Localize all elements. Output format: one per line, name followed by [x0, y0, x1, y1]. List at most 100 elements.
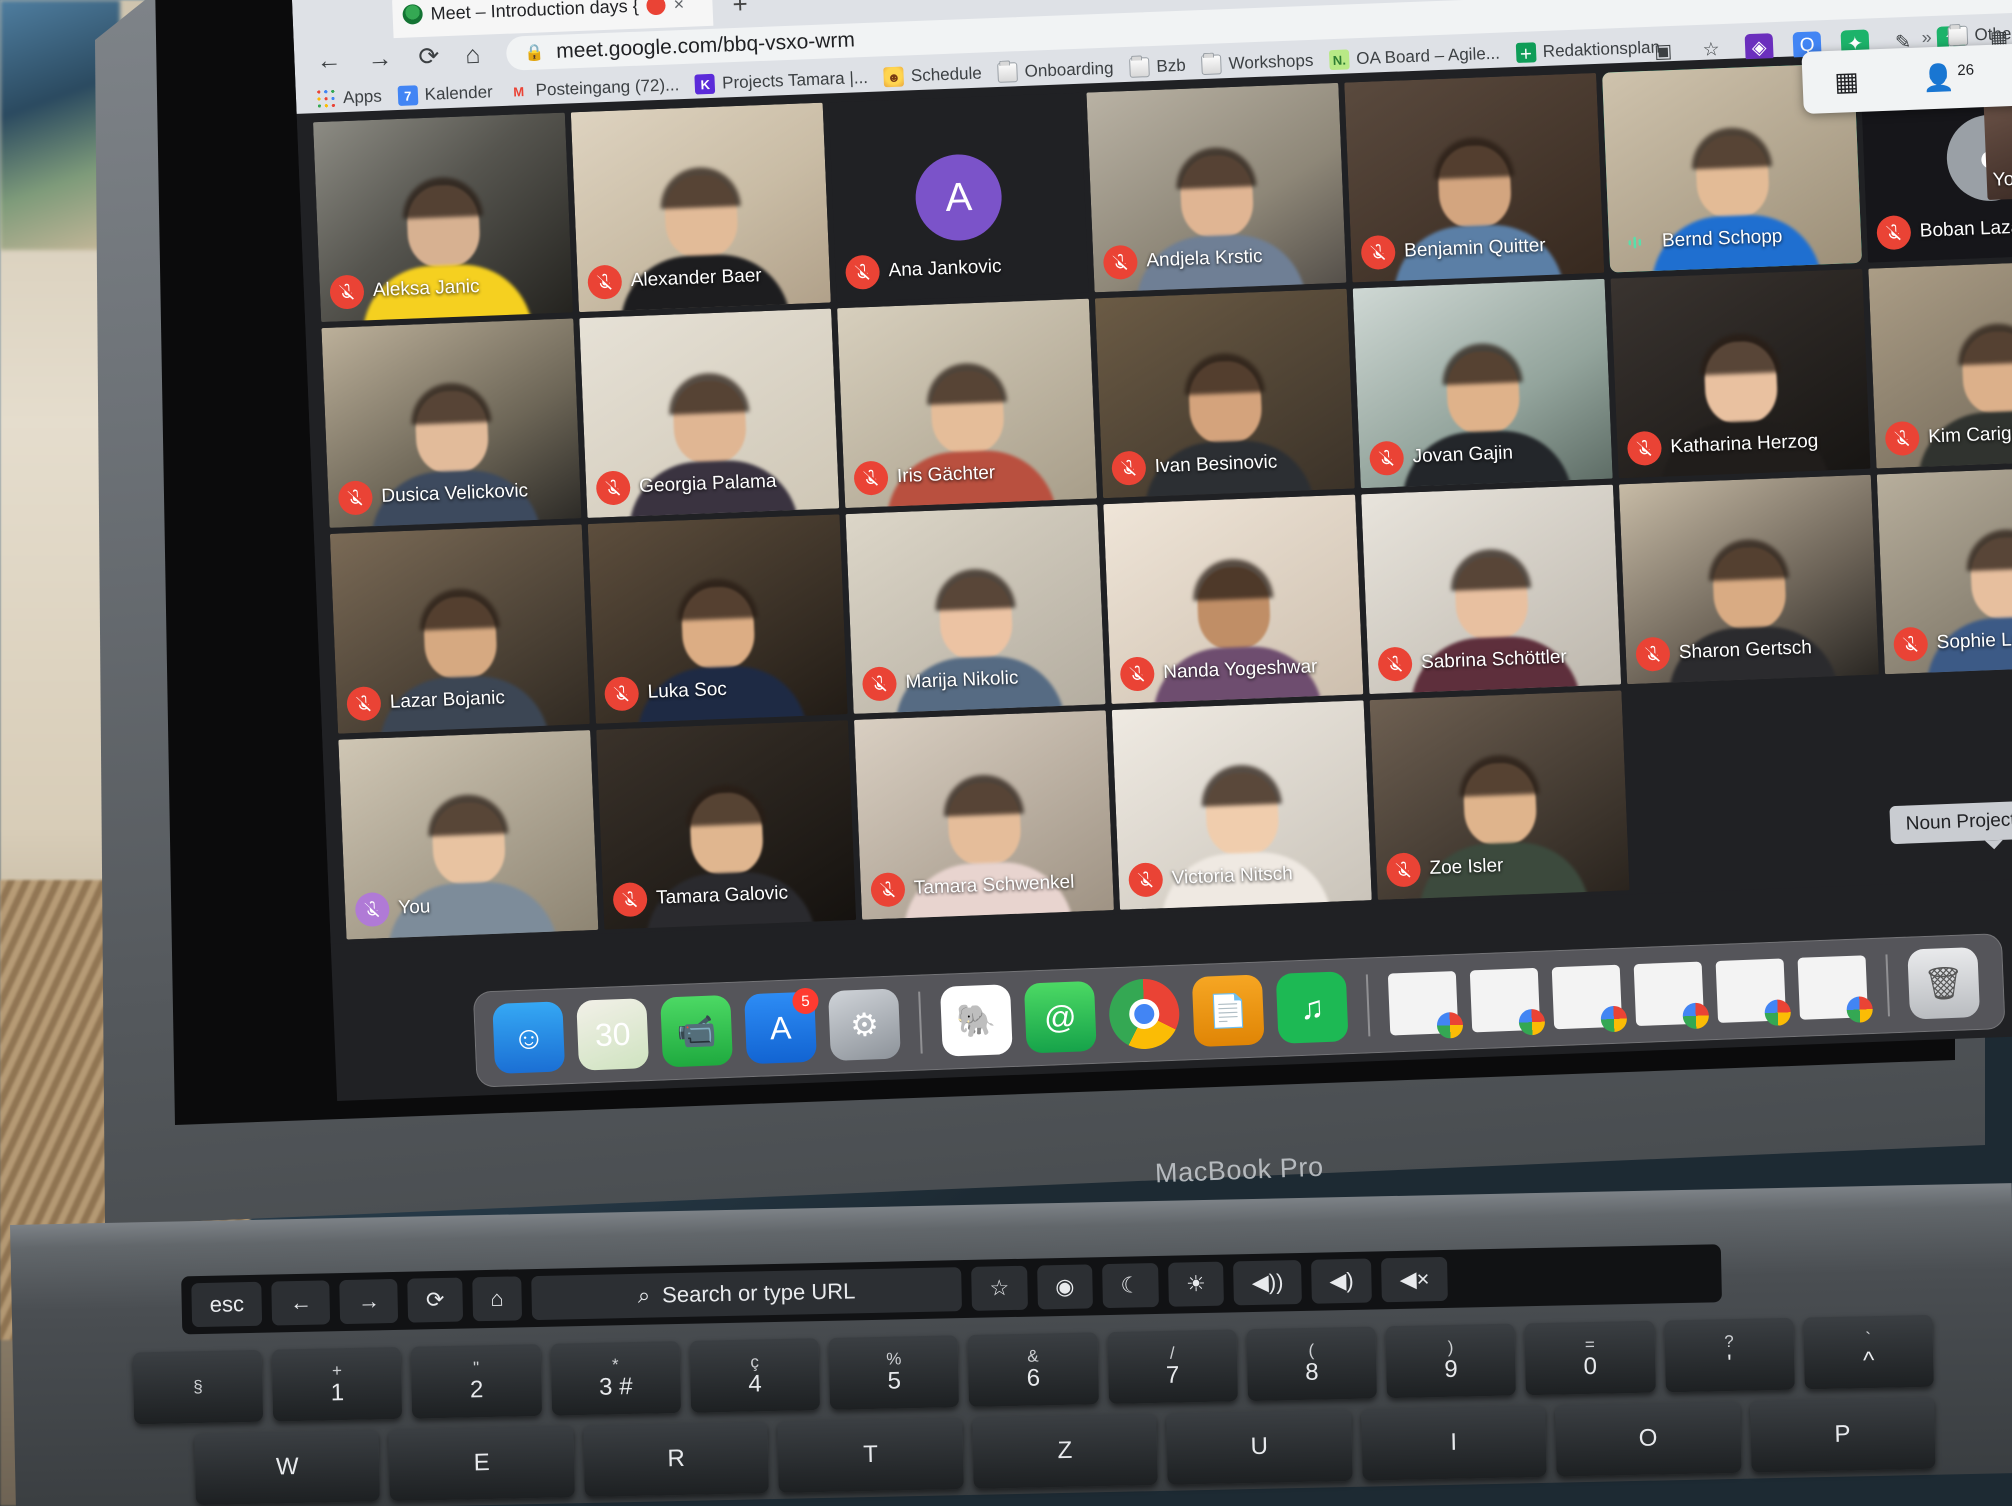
bookmark-apps[interactable]: Apps — [315, 87, 383, 110]
touchbar-key[interactable]: ◀) — [1310, 1258, 1373, 1304]
bookmark-bzb[interactable]: Bzb — [1129, 56, 1186, 78]
bookmark-schedule[interactable]: ☻ Schedule — [883, 64, 983, 88]
keyboard-key[interactable]: & 6 — [967, 1332, 1099, 1407]
participant-tile[interactable]: Andjela Krstic — [1086, 82, 1347, 293]
touchbar-key[interactable]: ◀× — [1381, 1256, 1448, 1303]
participant-tile[interactable]: Kim Carigiet — [1868, 258, 2012, 469]
participant-tile[interactable]: Zoe Isler — [1369, 690, 1630, 900]
keyboard-key[interactable]: ` ^ — [1803, 1314, 1934, 1390]
recording-indicator-icon[interactable] — [646, 0, 666, 15]
keyboard-key[interactable]: W — [194, 1429, 381, 1506]
participant-tile[interactable]: Marija Nikolic — [845, 504, 1106, 714]
keyboard-key[interactable]: % 5 — [828, 1335, 960, 1410]
keyboard-key[interactable]: Z — [971, 1413, 1158, 1489]
touchbar-key[interactable]: ☀ — [1167, 1261, 1225, 1307]
dock-icon-finder[interactable]: ☺ — [492, 1001, 566, 1074]
participant-tile[interactable]: Dusica Velickovic — [321, 318, 582, 528]
keyboard-key[interactable]: § — [132, 1349, 264, 1425]
bookmarks-overflow-icon[interactable]: » — [1921, 27, 1932, 48]
participant-tile[interactable]: Benjamin Quitter — [1344, 72, 1605, 283]
dock-window-thumbnail[interactable] — [1633, 961, 1710, 1030]
forward-button[interactable]: → — [367, 44, 393, 74]
bookmark-redaktionsplan[interactable]: ＋ Redaktionsplan — [1515, 37, 1660, 64]
participant-tile[interactable]: Sharon Gertsch — [1618, 474, 1879, 685]
keyboard-key[interactable]: R — [583, 1421, 770, 1498]
participant-tile[interactable]: Tamara Schwenkel — [853, 710, 1114, 920]
dock-icon-system-preferences[interactable]: ⚙ — [828, 988, 901, 1062]
dock-window-thumbnail[interactable] — [1551, 964, 1628, 1033]
participant-tile[interactable]: Alexander Baer — [570, 102, 831, 313]
dock-window-thumbnail[interactable] — [1387, 970, 1464, 1039]
keyboard-key[interactable]: = 0 — [1524, 1320, 1656, 1396]
dock-icon-facetime[interactable]: 📹 — [660, 994, 734, 1068]
dock-icon-messages[interactable]: @ — [1023, 980, 1097, 1054]
keyboard-key[interactable]: (8 — [1246, 1326, 1378, 1402]
keyboard-key[interactable]: +1 — [271, 1346, 403, 1422]
bookmark-kalender[interactable]: 7 Kalender — [397, 82, 493, 106]
touchbar-key[interactable]: ⟳ — [407, 1277, 463, 1323]
keyboard-key[interactable]: ) 9 — [1385, 1323, 1517, 1399]
bookmark-oa-board[interactable]: N. OA Board – Agile... — [1328, 44, 1500, 71]
microphone-muted-icon — [1635, 636, 1671, 672]
participant-tile[interactable]: A Ana Jankovic — [828, 92, 1089, 303]
touchbar-key[interactable]: ☆ — [971, 1265, 1028, 1311]
touchbar-key[interactable]: ☾ — [1101, 1262, 1159, 1309]
participant-tile[interactable]: Katharina Herzog — [1610, 268, 1871, 479]
keyboard-key[interactable]: I — [1360, 1404, 1547, 1481]
touchbar-key[interactable]: esc — [191, 1281, 263, 1328]
dock-icon-spotify[interactable]: ♫ — [1275, 971, 1349, 1044]
participant-tile[interactable]: Iris Gächter — [837, 298, 1098, 509]
dock-window-thumbnail[interactable] — [1715, 958, 1792, 1027]
back-button[interactable]: ← — [316, 46, 342, 76]
tab-close-icon[interactable]: × — [673, 0, 684, 15]
touchbar-search-field[interactable]: ⌕ Search or type URL — [531, 1267, 962, 1321]
participant-tile[interactable]: Tamara Galovic — [596, 720, 857, 930]
participant-tile[interactable]: Georgia Palama — [579, 308, 840, 518]
touchbar-key[interactable]: ◉ — [1036, 1264, 1093, 1310]
keyboard-key[interactable]: E — [388, 1425, 575, 1502]
participant-tile[interactable]: Nanda Yogeshwar — [1103, 494, 1364, 705]
key-top-label: * — [611, 1355, 619, 1375]
dock-icon-app-store[interactable]: A5 — [744, 987, 819, 1065]
dock-window-thumbnail[interactable] — [1469, 967, 1546, 1036]
keyboard-key[interactable]: O — [1555, 1400, 1742, 1477]
touchbar-key[interactable]: ← — [271, 1280, 331, 1326]
keyboard-key[interactable]: ? ' — [1663, 1317, 1795, 1393]
keyboard-key[interactable]: /7 — [1107, 1329, 1238, 1405]
participant-tile[interactable]: Luka Soc — [587, 514, 848, 724]
people-icon[interactable]: 👤 26 — [1922, 61, 1975, 94]
bookmark-workshops[interactable]: Workshops — [1201, 51, 1314, 76]
touchbar-key[interactable]: ⌂ — [471, 1276, 523, 1322]
keyboard-key[interactable]: " 2 — [411, 1343, 542, 1419]
keyboard-key[interactable]: P — [1749, 1396, 1936, 1473]
bookmark-onboarding[interactable]: Onboarding — [997, 58, 1114, 83]
keyboard-key[interactable]: U — [1166, 1408, 1353, 1485]
dock-icon-evernote[interactable]: 🐘 — [939, 984, 1013, 1057]
keyboard-key[interactable]: T — [777, 1417, 964, 1493]
participant-tile[interactable]: You — [338, 730, 599, 940]
new-tab-button[interactable]: + — [732, 0, 748, 20]
dock-icon-maps[interactable]: 30 — [576, 998, 650, 1071]
bookmark-posteingang[interactable]: M Posteingang (72)... — [508, 75, 680, 102]
participant-tile[interactable]: Sabrina Schöttler — [1361, 484, 1622, 695]
touchbar-key[interactable]: ◀)) — [1233, 1259, 1302, 1306]
participant-tile[interactable]: Ivan Besinovic — [1094, 288, 1355, 499]
participant-tile[interactable]: Lazar Bojanic — [329, 524, 590, 734]
keyboard-key[interactable]: * 3 # — [550, 1341, 682, 1416]
calendar-icon: 7 — [397, 85, 419, 106]
grid-layout-icon[interactable]: ▦ — [1834, 65, 1860, 97]
dock-window-thumbnail[interactable] — [1797, 955, 1874, 1024]
dock-icon-trash[interactable]: 🗑 — [1907, 946, 1981, 1020]
home-button[interactable]: ⌂ — [465, 40, 481, 70]
bookmark-projects-tamara[interactable]: K Projects Tamara |... — [694, 68, 869, 95]
reload-button[interactable]: ⟳ — [418, 41, 440, 72]
dock-icon-pages[interactable]: 📄 — [1191, 974, 1265, 1048]
other-bookmarks[interactable]: Other Bookmarks — [1947, 20, 2012, 47]
participant-tile[interactable]: Aleksa Janic — [312, 112, 574, 323]
participant-tile[interactable]: Sophie Landenberger — [1876, 464, 2012, 675]
participant-tile[interactable]: Victoria Nitsch — [1111, 700, 1372, 910]
participant-tile[interactable]: Jovan Gajin — [1352, 278, 1613, 489]
keyboard-key[interactable]: ç4 — [689, 1338, 821, 1413]
dock-icon-chrome[interactable] — [1107, 977, 1181, 1051]
touchbar-key[interactable]: → — [339, 1278, 399, 1325]
